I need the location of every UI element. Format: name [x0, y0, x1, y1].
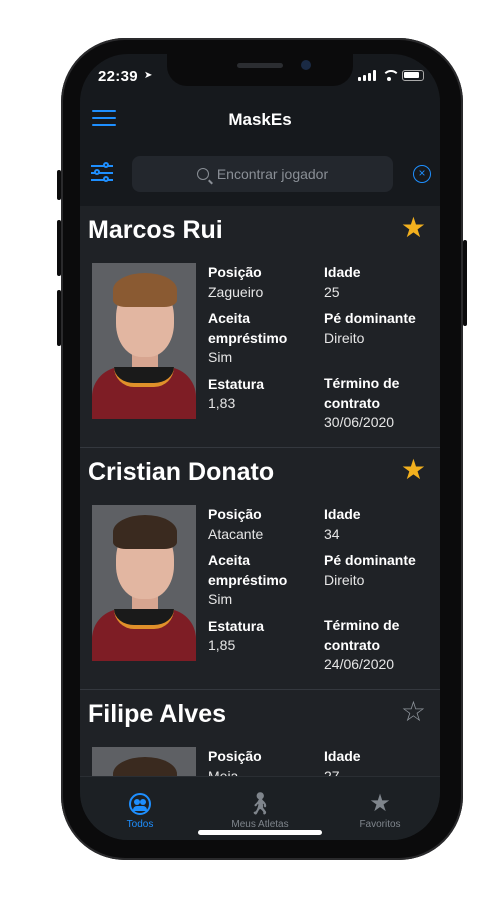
foot-label: Pé dominante	[324, 552, 416, 568]
position-value: Atacante	[208, 525, 264, 542]
player-card[interactable]: Cristian Donato ★ Posição Atacante Aceit…	[80, 448, 440, 690]
star-icon: ★	[369, 790, 391, 817]
player-card[interactable]: Marcos Rui ★ Posição Zagueiro Aceita emp…	[80, 206, 440, 448]
status-indicators	[358, 70, 424, 81]
player-info-right: Idade 27	[324, 747, 436, 776]
status-time: 22:39	[98, 68, 138, 85]
favorite-star-icon[interactable]: ★	[401, 214, 426, 242]
navigation-bar: MaskEs	[80, 98, 440, 142]
favorite-star-icon[interactable]: ★	[401, 456, 426, 484]
player-info-right: Idade 34 Pé dominante Direito Término de…	[324, 505, 436, 682]
contract-label: Término de contrato	[324, 375, 400, 411]
notch	[167, 54, 353, 86]
player-info-right: Idade 25 Pé dominante Direito Término de…	[324, 263, 436, 440]
favorite-star-outline-icon[interactable]: ☆	[401, 698, 426, 726]
player-name: Filipe Alves	[88, 700, 227, 728]
player-info-left: Posição Atacante Aceita empréstimo Sim E…	[208, 505, 318, 663]
wifi-icon	[382, 70, 400, 81]
loan-label: Aceita empréstimo	[208, 552, 288, 588]
contract-value: 30/06/2020	[324, 414, 395, 430]
home-indicator[interactable]	[198, 830, 322, 835]
foot-value: Direito	[324, 329, 365, 346]
height-label: Estatura	[208, 617, 265, 634]
age-value: 25	[324, 283, 340, 300]
loan-value: Sim	[208, 349, 233, 365]
tab-label: Favoritos	[359, 819, 401, 830]
tab-favoritos[interactable]: ★ Favoritos	[320, 777, 440, 840]
search-bar: Encontrar jogador ×	[80, 142, 440, 206]
age-label: Idade	[324, 506, 361, 522]
height-label: Estatura	[208, 375, 265, 392]
height-value: 1,83	[208, 395, 236, 411]
foot-value: Direito	[324, 571, 365, 588]
player-info-left: Posição Zagueiro Aceita empréstimo Sim E…	[208, 263, 318, 421]
walking-person-icon: 🚶︎	[246, 791, 274, 816]
tab-label: Meus Atletas	[231, 819, 289, 830]
tab-label: Todos	[126, 819, 154, 830]
age-value: 34	[324, 525, 340, 542]
loan-label: Aceita empréstimo	[208, 310, 288, 346]
position-label: Posição	[208, 748, 262, 764]
position-label: Posição	[208, 506, 262, 522]
player-photo	[92, 263, 196, 419]
battery-icon	[402, 70, 424, 81]
location-arrow-icon: ➤	[144, 70, 153, 81]
search-input[interactable]: Encontrar jogador	[132, 156, 393, 192]
tab-todos[interactable]: Todos	[80, 777, 200, 840]
signal-icon	[358, 70, 376, 81]
player-name: Cristian Donato	[88, 458, 275, 486]
player-info-left: Posição Meia	[208, 747, 318, 776]
position-value: Meia	[208, 767, 239, 777]
speaker	[237, 63, 283, 68]
people-icon	[129, 793, 151, 815]
age-value: 27	[324, 767, 340, 777]
player-card[interactable]: Filipe Alves ☆ Posição Meia Idade 27	[80, 690, 440, 776]
position-label: Posição	[208, 264, 262, 280]
search-icon	[196, 168, 209, 180]
contract-label: Término de contrato	[324, 617, 400, 653]
filter-sliders-icon[interactable]	[91, 162, 115, 184]
player-list: Marcos Rui ★ Posição Zagueiro Aceita emp…	[80, 206, 440, 776]
player-photo	[92, 747, 196, 776]
age-label: Idade	[324, 748, 361, 764]
player-name: Marcos Rui	[88, 216, 223, 244]
height-value: 1,85	[208, 637, 236, 653]
volume-up-button	[57, 220, 61, 276]
clear-search-icon[interactable]: ×	[413, 165, 431, 183]
position-value: Zagueiro	[208, 283, 264, 300]
player-photo	[92, 505, 196, 661]
volume-down-button	[57, 290, 61, 346]
power-button	[463, 240, 467, 326]
search-placeholder: Encontrar jogador	[216, 166, 329, 182]
app-screen: 22:39 ➤ MaskEs Encontrar jogador × Marco…	[80, 54, 440, 840]
loan-value: Sim	[208, 591, 233, 607]
age-label: Idade	[324, 264, 361, 280]
foot-label: Pé dominante	[324, 310, 416, 326]
mute-switch	[57, 170, 61, 200]
front-camera	[301, 60, 311, 70]
contract-value: 24/06/2020	[324, 656, 395, 672]
app-title: MaskEs	[228, 110, 292, 129]
